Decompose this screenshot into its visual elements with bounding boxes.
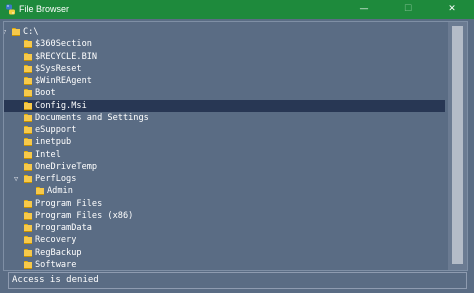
tree-item-inetpub[interactable]: inetpub <box>4 136 445 148</box>
folder-icon <box>24 211 32 220</box>
close-button[interactable]: ✕ <box>430 0 474 19</box>
tree-item-recycle-bin[interactable]: $RECYCLE.BIN <box>4 51 445 63</box>
maximize-button[interactable]: ☐ <box>386 0 430 19</box>
folder-icon <box>24 113 32 122</box>
tree-item-label: $SysReset <box>35 63 82 74</box>
folder-icon <box>24 236 32 245</box>
file-tree-panel: ▽ C:\ $360Section$RECYCLE.BIN$SysReset $Win… <box>3 21 468 271</box>
tree-item-label: Documents and Settings <box>35 112 149 123</box>
title-bar: File Browser — ☐ ✕ <box>0 0 474 19</box>
tree-item-programdata[interactable]: ProgramData <box>4 222 445 234</box>
tree-item-recovery[interactable]: Recovery <box>4 234 445 246</box>
vertical-scrollbar[interactable] <box>448 22 467 270</box>
scrollbar-thumb[interactable] <box>452 26 463 264</box>
folder-icon <box>24 64 32 73</box>
tree-item-label: Admin <box>47 186 73 197</box>
folder-icon <box>24 40 32 49</box>
tree-item-perflogs[interactable]: ▽ PerfLogs <box>4 173 445 185</box>
tree-item-admin[interactable]: Admin <box>4 185 445 197</box>
tree-item-label: $WinREAgent <box>35 76 92 86</box>
folder-icon <box>24 101 32 110</box>
folder-icon <box>24 224 32 232</box>
tree-item-onedrivetemp[interactable]: OneDriveTemp <box>4 161 445 173</box>
tree-item-boot[interactable]: Boot <box>4 87 445 99</box>
folder-icon <box>36 187 44 196</box>
tree-item-program-files-x86[interactable]: Program Files (x86) <box>4 210 445 222</box>
tree-item-label: ProgramData <box>35 223 92 233</box>
tree-item-program-files[interactable]: Program Files <box>4 198 445 210</box>
tree-item-root[interactable]: ▽ C:\ <box>4 26 445 38</box>
tree-item-documents-and-settings[interactable]: Documents and Settings <box>4 112 445 124</box>
folder-icon <box>24 199 32 208</box>
folder-icon <box>24 260 32 269</box>
tree-item-sysreset[interactable]: $SysReset <box>4 63 445 75</box>
tree-item-label: Recovery <box>35 235 77 246</box>
tree-item-winreagent[interactable]: $WinREAgent <box>4 75 445 87</box>
status-text: Access is denied <box>12 275 99 285</box>
status-bar: Access is denied <box>8 272 467 289</box>
tree-item-label: OneDriveTemp <box>35 161 98 172</box>
tree-item-intel[interactable]: Intel <box>4 149 445 161</box>
folder-icon <box>24 126 32 134</box>
tree-item-esupport[interactable]: eSupport <box>4 124 445 136</box>
tree-item-360section[interactable]: $360Section <box>4 38 445 50</box>
tree-item-label: Program Files <box>35 198 103 209</box>
tree-item-label: Config.Msi <box>35 100 87 111</box>
expand-toggle-icon[interactable]: ▽ <box>4 26 6 38</box>
tree-item-label: RegBackup <box>35 247 82 258</box>
folder-icon <box>24 248 32 257</box>
window-title: File Browser <box>19 4 70 14</box>
tree-item-label: eSupport <box>35 125 77 135</box>
tree-item-label: Software <box>35 259 77 270</box>
tree-item-label: $RECYCLE.BIN <box>35 51 98 62</box>
folder-icon <box>24 77 32 85</box>
tree-item-label: Intel <box>35 149 61 160</box>
tree-item-regbackup[interactable]: RegBackup <box>4 247 445 259</box>
folder-icon <box>24 52 32 61</box>
minimize-button[interactable]: — <box>342 0 386 19</box>
folder-icon <box>24 150 32 159</box>
python-app-icon <box>6 4 15 15</box>
folder-icon <box>24 89 32 98</box>
tree-item-label: Boot <box>35 88 56 99</box>
folder-icon <box>12 28 20 36</box>
folder-icon <box>24 162 32 171</box>
tree-item-label: Program Files (x86) <box>35 210 134 221</box>
folder-icon <box>24 175 32 183</box>
expand-toggle-icon[interactable]: ▽ <box>14 173 18 185</box>
tree-item-software[interactable]: Software <box>4 259 445 270</box>
tree-item-label: $360Section <box>35 39 92 50</box>
tree-item-config-msi[interactable]: Config.Msi <box>4 99 445 112</box>
folder-icon <box>24 138 32 147</box>
tree-item-label: inetpub <box>35 137 72 148</box>
tree-item-label: PerfLogs <box>35 174 77 184</box>
tree-item-label: C:\ <box>23 27 39 37</box>
